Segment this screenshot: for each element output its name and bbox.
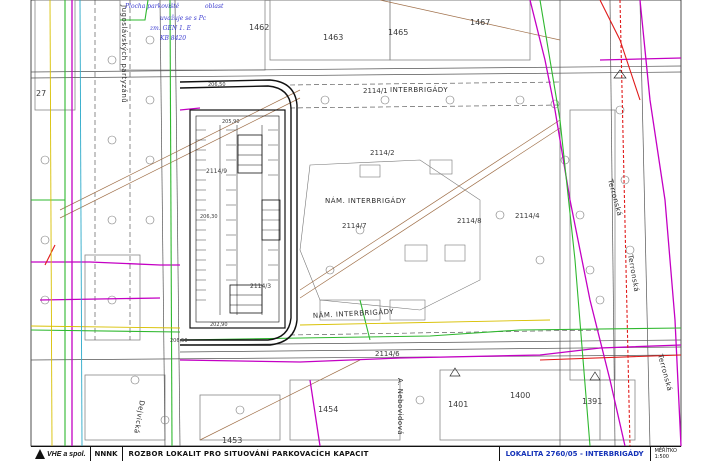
- street-name-square: NÁM. INTERBRIGÁDY: [325, 196, 406, 205]
- parcel-label: 2114/3: [250, 283, 271, 290]
- street-name-jugoslavskych: Jugoslávských partyzánů: [120, 4, 128, 103]
- parcel-label: 2114/7: [342, 222, 367, 230]
- parcel-label: 1454: [318, 405, 338, 414]
- site-plan-drawing: Plocha parkoviště uvažuje se s Pc zm. GE…: [30, 0, 682, 447]
- parcel-label: 2114/6: [375, 350, 400, 358]
- hand-note-2: uvažuje se s Pc: [160, 15, 207, 22]
- hand-note-5: oblast: [205, 3, 224, 10]
- level-mark: 202,90: [210, 322, 228, 328]
- parcel-label: 1401: [448, 400, 468, 409]
- parcel-label: 2114/4: [515, 212, 540, 220]
- level-mark: 205,90: [222, 119, 240, 125]
- company-secondary: NNNK: [91, 447, 123, 461]
- level-mark: 206,50: [208, 82, 226, 88]
- parcel-label: 1453: [222, 436, 242, 445]
- parcel-label: 1467: [470, 18, 490, 27]
- parcel-label: 2114/2: [370, 149, 395, 157]
- parcel-label: 2114/1: [363, 87, 388, 95]
- parcel-label: 1462: [249, 23, 269, 32]
- street-name-interbrigady: INTERBRIGÁDY: [390, 85, 448, 94]
- company-name: VHE a spol.: [47, 450, 86, 458]
- hand-note-4: KB 8420: [159, 35, 186, 42]
- parcel-label: 27: [36, 89, 46, 98]
- street-name-nebovidova: A. Nebovidová: [396, 378, 404, 435]
- logo-triangle-icon: [35, 449, 45, 459]
- title-block: VHE a spol. NNNK ROZBOR LOKALIT PRO SITU…: [31, 446, 681, 461]
- project-title: ROZBOR LOKALIT PRO SITUOVÁNÍ PARKOVACÍCH…: [123, 447, 500, 461]
- hand-note-1: Plocha parkoviště: [124, 3, 180, 10]
- parcel-label: 2114/8: [457, 217, 482, 225]
- hand-note-3: zm. GEN 1. E: [149, 25, 192, 32]
- company-logo: VHE a spol.: [31, 447, 91, 461]
- level-mark: 206,30: [200, 214, 218, 220]
- parcel-label: 1465: [388, 28, 408, 37]
- level-mark: 206,50: [170, 338, 188, 344]
- parcel-label: 1400: [510, 391, 530, 400]
- parcel-label: 2114/9: [206, 168, 227, 175]
- scale-value: 1:500: [654, 454, 669, 460]
- parcel-label: 1463: [323, 33, 343, 42]
- parcel-label: 1391: [582, 397, 602, 406]
- scale-box: MĚŘÍTKO 1:500: [651, 447, 681, 461]
- drawing-viewer[interactable]: Plocha parkoviště uvažuje se s Pc zm. GE…: [0, 0, 705, 461]
- location-title: LOKALITA 2760/05 - INTERBRIGÁDY: [500, 447, 651, 461]
